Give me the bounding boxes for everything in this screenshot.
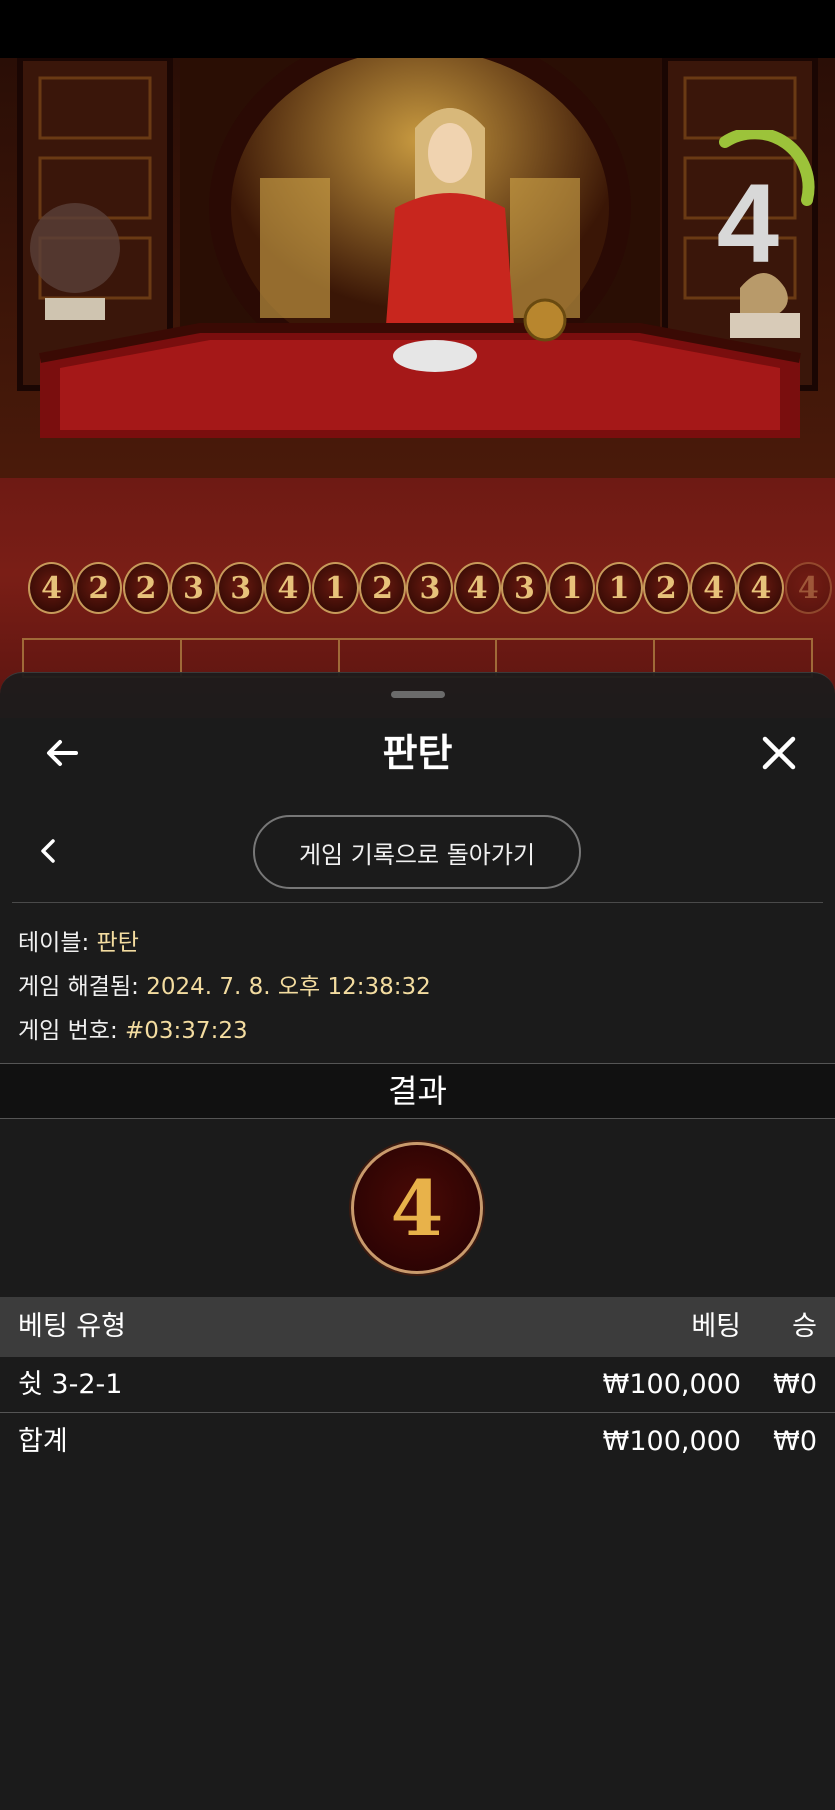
total-label: 합계	[18, 1426, 68, 1457]
history-ball: 4	[737, 562, 785, 614]
history-ball: 4	[784, 562, 832, 614]
history-ball: 4	[453, 562, 501, 614]
table-label: 테이블:	[18, 930, 90, 956]
header-bet-type: 베팅 유형	[18, 1311, 126, 1342]
history-ball: 1	[595, 562, 643, 614]
game-info: 테이블: 판탄 게임 해결됨: 2024. 7. 8. 오후 12:38:32 …	[18, 921, 431, 1053]
game-number-value: #03:37:23	[125, 1018, 248, 1044]
history-ball: 2	[642, 562, 690, 614]
sheet-header: 판탄	[0, 703, 835, 799]
history-ball: 2	[359, 562, 407, 614]
table-value: 판탄	[96, 930, 139, 956]
win-amount-cell: ₩0	[773, 1369, 817, 1400]
bet-spot[interactable]	[182, 640, 340, 676]
bet-spot[interactable]	[497, 640, 656, 676]
history-nav: 게임 기록으로 돌아가기	[0, 809, 835, 893]
bet-type-cell: 쉿 3-2-1	[18, 1369, 123, 1400]
resolved-label: 게임 해결됨:	[18, 974, 139, 1000]
live-video: 4	[0, 58, 835, 478]
resolved-value: 2024. 7. 8. 오후 12:38:32	[146, 974, 431, 1000]
history-ball: 1	[548, 562, 596, 614]
bet-amount-cell: ₩100,000	[602, 1369, 741, 1400]
back-to-history-button[interactable]: 게임 기록으로 돌아가기	[253, 815, 581, 889]
history-ball: 2	[75, 562, 123, 614]
divider	[12, 902, 823, 903]
bet-spot[interactable]	[655, 640, 811, 676]
history-ball: 1	[311, 562, 359, 614]
info-number-row: 게임 번호: #03:37:23	[18, 1009, 431, 1053]
result-history: 42233412343112444	[28, 562, 835, 618]
total-win: ₩0	[773, 1426, 817, 1457]
game-detail-sheet: 판탄 게임 기록으로 돌아가기 테이블: 판탄 게임 해결됨: 2024. 7.…	[0, 672, 835, 1810]
sheet-drag-handle[interactable]	[391, 691, 445, 698]
total-bet: ₩100,000	[602, 1426, 741, 1457]
info-resolved-row: 게임 해결됨: 2024. 7. 8. 오후 12:38:32	[18, 965, 431, 1009]
bets-table-header: 베팅 유형 베팅 승	[0, 1297, 835, 1357]
history-ball: 4	[264, 562, 312, 614]
close-icon[interactable]	[751, 725, 807, 781]
info-table-row: 테이블: 판탄	[18, 921, 431, 965]
dealer-scene	[0, 58, 835, 478]
chevron-left-icon[interactable]	[30, 829, 66, 873]
game-number-label: 게임 번호:	[18, 1018, 118, 1044]
history-ball: 4	[690, 562, 738, 614]
table-row: 쉿 3-2-1 ₩100,000 ₩0	[0, 1357, 835, 1413]
history-ball: 3	[217, 562, 265, 614]
history-ball: 4	[28, 562, 75, 614]
bet-spot[interactable]	[24, 640, 182, 676]
history-ball: 3	[406, 562, 454, 614]
history-ball: 2	[122, 562, 170, 614]
result-header: 결과	[0, 1063, 835, 1119]
result-ball: 4	[351, 1142, 483, 1274]
countdown-timer: 4	[716, 161, 779, 286]
header-win: 승	[792, 1311, 817, 1342]
history-ball: 3	[500, 562, 548, 614]
sheet-title: 판탄	[382, 731, 453, 775]
header-bet: 베팅	[691, 1311, 741, 1342]
total-row: 합계 ₩100,000 ₩0	[0, 1414, 835, 1470]
bet-spot[interactable]	[340, 640, 498, 676]
history-ball: 3	[169, 562, 217, 614]
status-bar	[0, 0, 835, 58]
